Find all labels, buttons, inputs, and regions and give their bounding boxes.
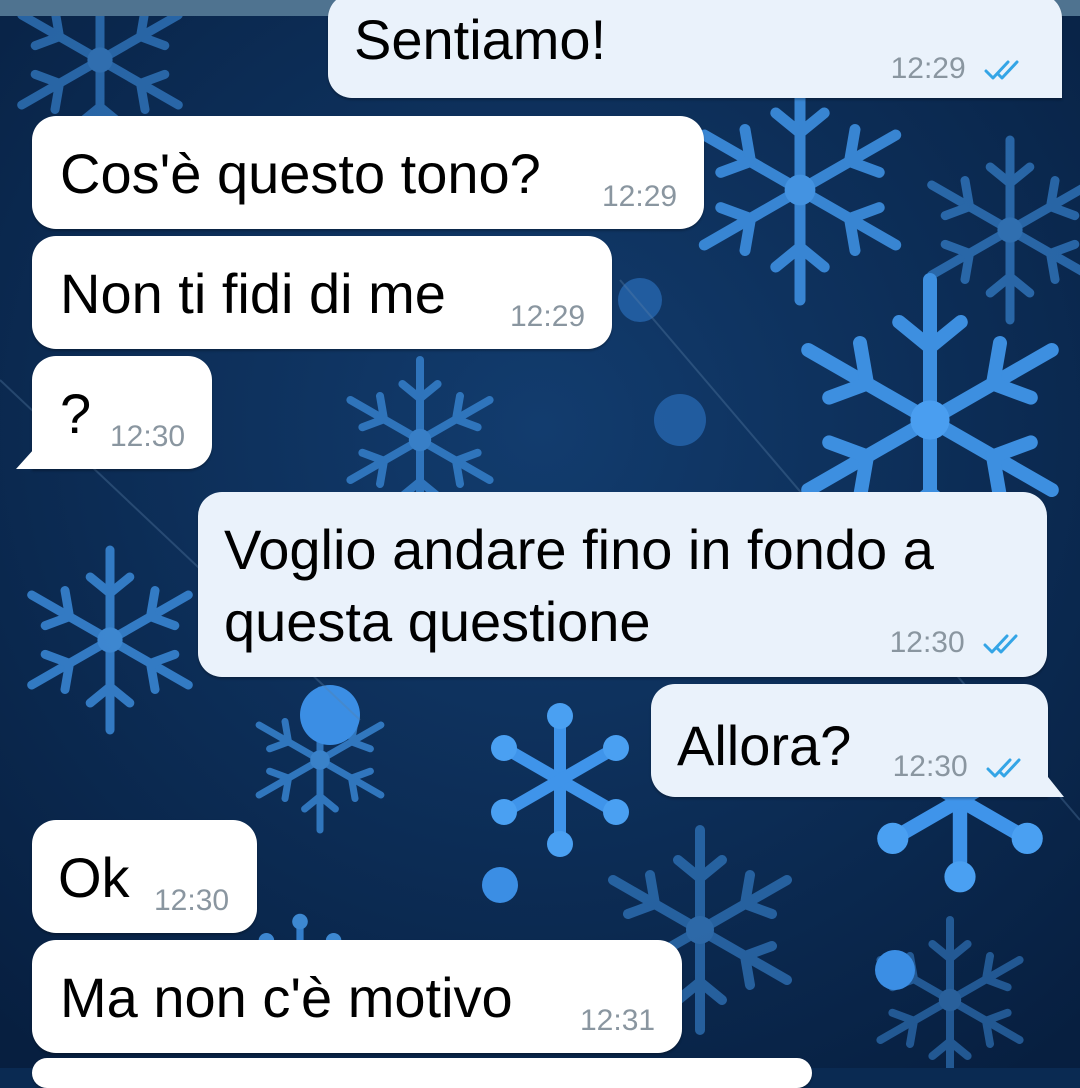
message-time: 12:29 — [510, 300, 586, 333]
message-text-line-2: questa questione — [224, 590, 651, 653]
message-text: Ma non c'è motivo — [60, 966, 513, 1029]
message-text-line-1: Voglio andare fino in fondo a — [224, 518, 934, 581]
message-incoming[interactable]: Ma non c'è motivo 12:31 — [32, 940, 682, 1053]
message-text: Ok — [58, 846, 130, 909]
message-outgoing[interactable]: Allora? 12:30 — [651, 684, 1048, 797]
read-double-check-icon — [983, 634, 1018, 654]
message-incoming-partial[interactable] — [32, 1058, 812, 1088]
message-outgoing[interactable]: Sentiamo! 12:29 — [328, 0, 1062, 98]
message-text: ? — [60, 382, 92, 445]
message-time: 12:29 — [890, 52, 966, 85]
message-outgoing[interactable]: Voglio andare fino in fondo a questa que… — [198, 492, 1047, 677]
bubble-tail — [1048, 777, 1064, 797]
message-text: Non ti fidi di me — [60, 262, 446, 325]
message-incoming[interactable]: Ok 12:30 — [32, 820, 257, 933]
message-time: 12:30 — [110, 420, 186, 453]
message-time: 12:31 — [580, 1004, 656, 1037]
message-time: 12:30 — [889, 626, 965, 659]
message-incoming[interactable]: Non ti fidi di me 12:29 — [32, 236, 612, 349]
message-time: 12:29 — [602, 180, 678, 213]
message-time: 12:30 — [892, 750, 968, 783]
message-time: 12:30 — [154, 884, 230, 917]
read-double-check-icon — [986, 758, 1021, 778]
message-text: Cos'è questo tono? — [60, 142, 541, 205]
message-incoming[interactable]: Cos'è questo tono? 12:29 — [32, 116, 704, 229]
bubble-tail — [16, 449, 34, 469]
message-text: Sentiamo! — [354, 8, 607, 71]
read-double-check-icon — [984, 60, 1019, 80]
message-text: Allora? — [677, 714, 852, 777]
message-incoming[interactable]: ? 12:30 — [32, 356, 212, 469]
